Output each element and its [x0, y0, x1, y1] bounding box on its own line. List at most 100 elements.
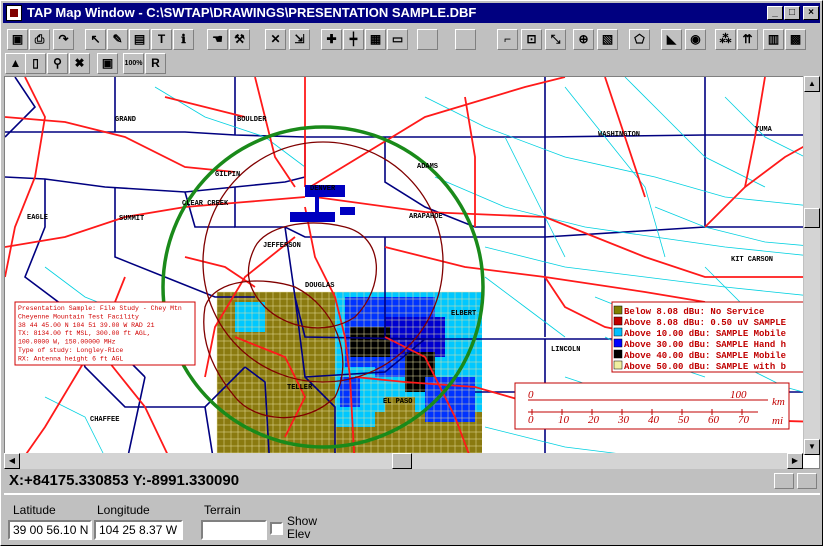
county-label: JEFFERSON [263, 242, 301, 250]
latitude-label: Latitude [13, 503, 56, 517]
stamp-icon[interactable]: ▤ [129, 29, 150, 50]
toolbar-empty-slot[interactable] [455, 29, 476, 50]
distance-scale-bar: 0 100 km 0 10 20 30 40 50 60 70 mi [514, 382, 790, 430]
pointer-icon[interactable]: ↖ [85, 29, 106, 50]
globe-icon[interactable]: ◉ [685, 29, 706, 50]
wrench-icon[interactable]: ⚒ [229, 29, 250, 50]
terrain-field[interactable] [201, 520, 267, 540]
map-vertical-scrollbar[interactable]: ▲ ▼ [803, 76, 820, 455]
color-grid-icon[interactable]: ▩ [785, 29, 806, 50]
county-label: ELBERT [451, 310, 476, 318]
zoom-out-icon[interactable]: ⤡ [545, 29, 566, 50]
save-icon[interactable]: ▣ [7, 29, 28, 50]
scale-km-unit: km [772, 396, 785, 408]
zoom-100-icon[interactable]: 100% [123, 53, 144, 74]
legend-entry: Above 40.00 dBu: SAMPLE Mobile [624, 351, 786, 361]
county-label: LINCOLN [551, 346, 580, 354]
scroll-right-icon[interactable]: ▶ [787, 453, 803, 469]
county-label: KIT CARSON [731, 256, 773, 264]
redo-icon[interactable]: ↷ [53, 29, 74, 50]
main-toolbar: ▣ ⎙ ↷ ↖ ✎ ▤ Tℹ ☚ ⚒ ✕ ⇲ ✚ ┿ ▦ ▭ ⌐ ⊡ ⤡ ⊕ ▧ ⬠ ◣ ◉ ⁂ ⇈ ▥ ▩ [3, 27, 820, 52]
legend-swatch [613, 327, 623, 337]
delete-icon[interactable]: ✕ [265, 29, 286, 50]
county-label: EL PASO [383, 398, 412, 406]
info-icon[interactable]: ℹ [173, 29, 194, 50]
legend-entry: Above 10.00 dBu: SAMPLE Mobile [624, 329, 786, 339]
hand-icon[interactable]: ☚ [207, 29, 228, 50]
close-button[interactable]: × [803, 6, 819, 20]
page-icon[interactable]: ▭ [387, 29, 408, 50]
phone-icon[interactable]: ▯ [25, 53, 46, 74]
legend-entry: Above 50.00 dBu: SAMPLE with b [624, 362, 786, 372]
maximize-button[interactable]: □ [784, 6, 800, 20]
toolbar-empty-slot[interactable] [417, 29, 438, 50]
county-label: DOUGLAS [305, 282, 334, 290]
minimize-button[interactable]: _ [767, 6, 783, 20]
cancel-icon[interactable]: ✖ [69, 53, 90, 74]
scale-mi-unit: mi [772, 415, 783, 427]
legend-swatch [613, 316, 623, 326]
legend-swatch [613, 305, 623, 315]
latitude-field[interactable]: 39 00 56.10 N [8, 520, 92, 540]
county-label: ARAPAHOE [409, 213, 443, 221]
legend-entry: Above 30.00 dBu: SAMPLE Hand h [624, 340, 786, 350]
scale-mi-tick: 10 [558, 414, 570, 426]
add-point-icon[interactable]: ✚ [321, 29, 342, 50]
search-icon[interactable]: ⚲ [47, 53, 68, 74]
county-label: YUMA [755, 126, 773, 134]
info-box-line: Type of study: Longley-Rice [18, 347, 123, 354]
horizontal-scroll-thumb[interactable] [392, 453, 412, 469]
county-label: BOULDER [237, 116, 267, 124]
zoom-box-icon[interactable]: ⊡ [521, 29, 542, 50]
tower-icon[interactable]: ⇈ [737, 29, 758, 50]
scroll-up-icon[interactable]: ▲ [804, 76, 820, 92]
map-view-icon[interactable]: ▣ [97, 53, 118, 74]
text-tool-icon[interactable]: T [151, 29, 172, 50]
scale-mi-tick: 60 [708, 414, 720, 426]
scale-mi-tick: 30 [617, 414, 630, 426]
crosshair-icon[interactable]: ⊕ [573, 29, 594, 50]
layers-icon[interactable]: ▧ [597, 29, 618, 50]
app-icon[interactable] [6, 5, 22, 21]
study-info-box: Presentation Sample: File Study - Chey M… [14, 301, 196, 366]
scale-km-tick: 0 [528, 389, 534, 401]
scale-mi-tick: 70 [738, 414, 750, 426]
signal-legend: Below 8.08 dBu: No ServiceAbove 8.08 dBu… [611, 301, 819, 373]
map-horizontal-scrollbar[interactable]: ◀ ▶ [4, 453, 803, 469]
paint-icon[interactable]: ✎ [107, 29, 128, 50]
sites-icon[interactable]: ⁂ [715, 29, 736, 50]
scroll-left-icon[interactable]: ◀ [4, 453, 20, 469]
antenna-icon[interactable]: ▲ [5, 53, 26, 74]
import-icon[interactable]: ⇲ [289, 29, 310, 50]
rename-icon[interactable]: R [145, 53, 166, 74]
location-panel: Latitude 39 00 56.10 N Longitude 104 25 … [4, 493, 820, 544]
path-icon[interactable]: ⌐ [497, 29, 518, 50]
county-label: SUMMIT [119, 215, 144, 223]
polygon-icon[interactable]: ⬠ [629, 29, 650, 50]
profile-icon[interactable]: ◣ [661, 29, 682, 50]
scale-mi-tick: 50 [678, 414, 690, 426]
info-box-line: Presentation Sample: File Study - Chey M… [18, 305, 182, 312]
cursor-coordinates: X:+84175.330853 Y:-8991.330090 [9, 472, 240, 489]
show-elev-checkbox[interactable] [270, 522, 283, 535]
longitude-label: Longitude [97, 503, 150, 517]
title-bar[interactable]: TAP Map Window - C:\SWTAP\DRAWINGS\PRESE… [3, 3, 820, 23]
county-label: CLEAR CREEK [182, 200, 229, 208]
status-print-icon[interactable] [797, 473, 817, 489]
county-label: TELLER [287, 384, 313, 392]
longitude-field[interactable]: 104 25 8.37 W [94, 520, 183, 540]
info-box-line: 100.0000 W, 150.00000 MHz [18, 339, 116, 346]
status-map-icon[interactable] [774, 473, 794, 489]
print-icon[interactable]: ⎙ [29, 29, 50, 50]
map-canvas[interactable]: GRAND BOULDER WASHINGTON YUMA GILPIN ADAMS DEN… [4, 76, 820, 469]
map-svg[interactable]: GRAND BOULDER WASHINGTON YUMA GILPIN ADAMS DEN… [5, 77, 820, 469]
matrix-icon[interactable]: ▥ [763, 29, 784, 50]
ruler-icon[interactable]: ┿ [343, 29, 364, 50]
vertical-scroll-thumb[interactable] [804, 208, 820, 228]
terrain-label: Terrain [204, 503, 241, 517]
grid-icon[interactable]: ▦ [365, 29, 386, 50]
info-box-line: TX: 8134.00 ft MSL, 300.00 ft AGL, [18, 330, 151, 337]
info-box-line: 38 44 45.00 N 104 51 39.00 W RAD 21 [18, 322, 155, 329]
scroll-down-icon[interactable]: ▼ [804, 439, 820, 455]
scale-mi-tick: 20 [588, 414, 600, 426]
